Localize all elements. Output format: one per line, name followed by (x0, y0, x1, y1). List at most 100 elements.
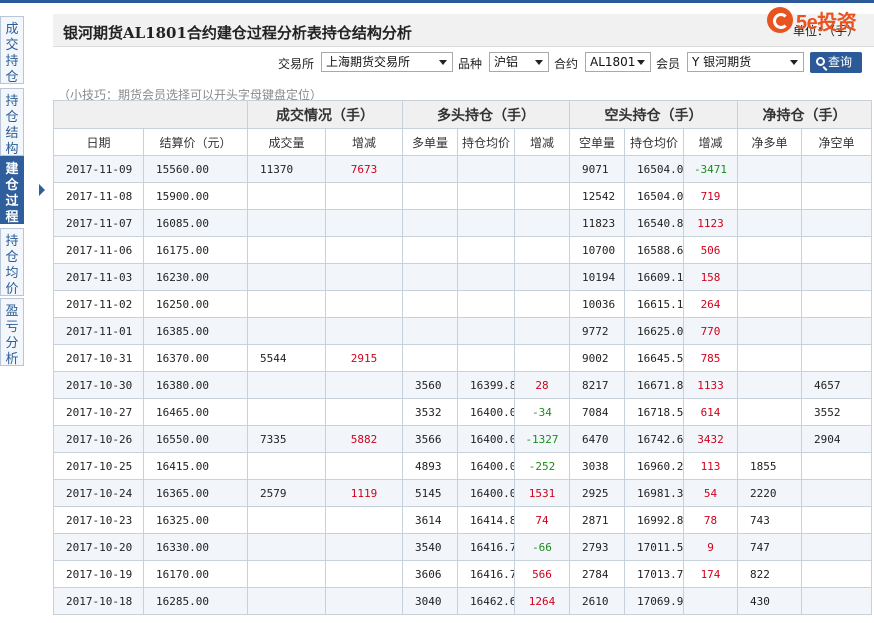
column-header: 增减 (325, 128, 403, 156)
table-cell (801, 506, 872, 534)
group-header-long: 多头持仓（手） (402, 100, 570, 129)
table-cell (325, 263, 403, 291)
logo-icon (767, 7, 793, 33)
table-cell: 2871 (569, 506, 625, 534)
table-cell: 16718.56 (624, 398, 684, 426)
table-cell (457, 263, 515, 291)
table-cell: 16609.19 (624, 263, 684, 291)
table-cell: 3540 (402, 533, 458, 561)
column-header: 持仓均价 (457, 128, 515, 156)
table-cell: 4893 (402, 452, 458, 480)
date-cell: 2017-11-03 (53, 263, 144, 291)
exchange-select[interactable]: 上海期货交易所 (321, 52, 453, 72)
side-tab-build-process[interactable]: 建仓过程 (0, 156, 24, 225)
table-cell: 264 (683, 290, 738, 318)
table-cell: 78 (683, 506, 738, 534)
table-cell: 16365.00 (143, 479, 248, 507)
table-cell: 614 (683, 398, 738, 426)
table-cell (457, 236, 515, 264)
table-row: 2017-10-3016380.00 356016399.852882171667… (53, 371, 872, 399)
table-cell (402, 209, 458, 237)
table-cell (325, 560, 403, 588)
table-cell: 1133 (683, 371, 738, 399)
table-cell (801, 533, 872, 561)
table-cell: 17011.54 (624, 533, 684, 561)
table-cell (801, 317, 872, 345)
table-cell: 16400.01 (457, 479, 515, 507)
side-tab-label: 盈亏分析 (5, 304, 19, 367)
table-cell: 16588.66 (624, 236, 684, 264)
table-cell: 15900.00 (143, 182, 248, 210)
table-cell: 174 (683, 560, 738, 588)
table-row: 2017-10-2616550.0073355882356616400.01-1… (53, 425, 872, 453)
table-cell: 7673 (325, 155, 403, 183)
table-cell (737, 344, 802, 372)
date-cell: 2017-10-26 (53, 425, 144, 453)
table-cell: 3038 (569, 452, 625, 480)
table-cell: 16981.30 (624, 479, 684, 507)
date-cell: 2017-11-01 (53, 317, 144, 345)
table-cell: 113 (683, 452, 738, 480)
table-cell (247, 290, 326, 318)
table-cell: 17013.74 (624, 560, 684, 588)
table-cell: 16385.00 (143, 317, 248, 345)
table-cell: 16416.72 (457, 560, 515, 588)
table-cell (325, 182, 403, 210)
table-cell (325, 398, 403, 426)
table-cell: 16671.88 (624, 371, 684, 399)
table-cell: 3560 (402, 371, 458, 399)
query-button[interactable]: 查询 (810, 52, 862, 73)
table-cell (457, 344, 515, 372)
group-header-short: 空头持仓（手） (569, 100, 738, 129)
table-cell: 1123 (683, 209, 738, 237)
table-cell: 3532 (402, 398, 458, 426)
table-cell: 11370 (247, 155, 326, 183)
member-select[interactable]: Y 银河期货 (687, 52, 804, 72)
table-cell (801, 209, 872, 237)
table-cell: 16175.00 (143, 236, 248, 264)
variety-label: 品种 (458, 57, 483, 71)
table-cell (801, 290, 872, 318)
table-row: 2017-10-2416365.0025791119514516400.0115… (53, 479, 872, 507)
side-tab-trade-position[interactable]: 成交持仓 (0, 16, 24, 85)
table-cell: 11823 (569, 209, 625, 237)
side-tab-average-price[interactable]: 持仓均价 (0, 228, 24, 297)
table-row: 2017-10-2016330.00 354016416.72-662793170… (53, 533, 872, 561)
table-cell: 3552 (801, 398, 872, 426)
table-cell: 7084 (569, 398, 625, 426)
table-cell: 9071 (569, 155, 625, 183)
contract-select[interactable]: AL1801 (585, 52, 651, 72)
chevron-down-icon (790, 60, 798, 65)
table-cell: 16414.84 (457, 506, 515, 534)
column-header: 净空单 (801, 128, 872, 156)
column-header: 结算价（元） (143, 128, 248, 156)
variety-select[interactable]: 沪铝 (489, 52, 549, 72)
search-icon (816, 57, 825, 66)
table-cell (514, 344, 570, 372)
group-header-trade: 成交情况（手） (247, 100, 403, 129)
group-header-net: 净持仓（手） (737, 100, 872, 129)
date-cell: 2017-10-23 (53, 506, 144, 534)
exchange-select-value: 上海期货交易所 (326, 55, 411, 69)
table-cell (737, 371, 802, 399)
position-table: 成交情况（手） 多头持仓（手） 空头持仓（手） 净持仓（手） 日期 结算价（元）成… (53, 100, 872, 615)
table-cell: 16742.63 (624, 425, 684, 453)
table-cell: 16325.00 (143, 506, 248, 534)
table-cell: 16992.89 (624, 506, 684, 534)
table-cell (457, 155, 515, 183)
table-cell (325, 236, 403, 264)
active-tab-arrow-icon (39, 184, 45, 196)
table-cell (247, 371, 326, 399)
table-cell: 1531 (514, 479, 570, 507)
table-cell (801, 479, 872, 507)
table-cell: 9772 (569, 317, 625, 345)
table-cell: 5544 (247, 344, 326, 372)
table-cell: 1264 (514, 587, 570, 615)
side-tab-profit-loss[interactable]: 盈亏分析 (0, 298, 24, 367)
table-cell: -252 (514, 452, 570, 480)
table-cell (457, 317, 515, 345)
table-cell (737, 209, 802, 237)
table-cell (514, 182, 570, 210)
table-cell (402, 182, 458, 210)
side-tab-position-structure[interactable]: 持仓结构 (0, 88, 24, 157)
